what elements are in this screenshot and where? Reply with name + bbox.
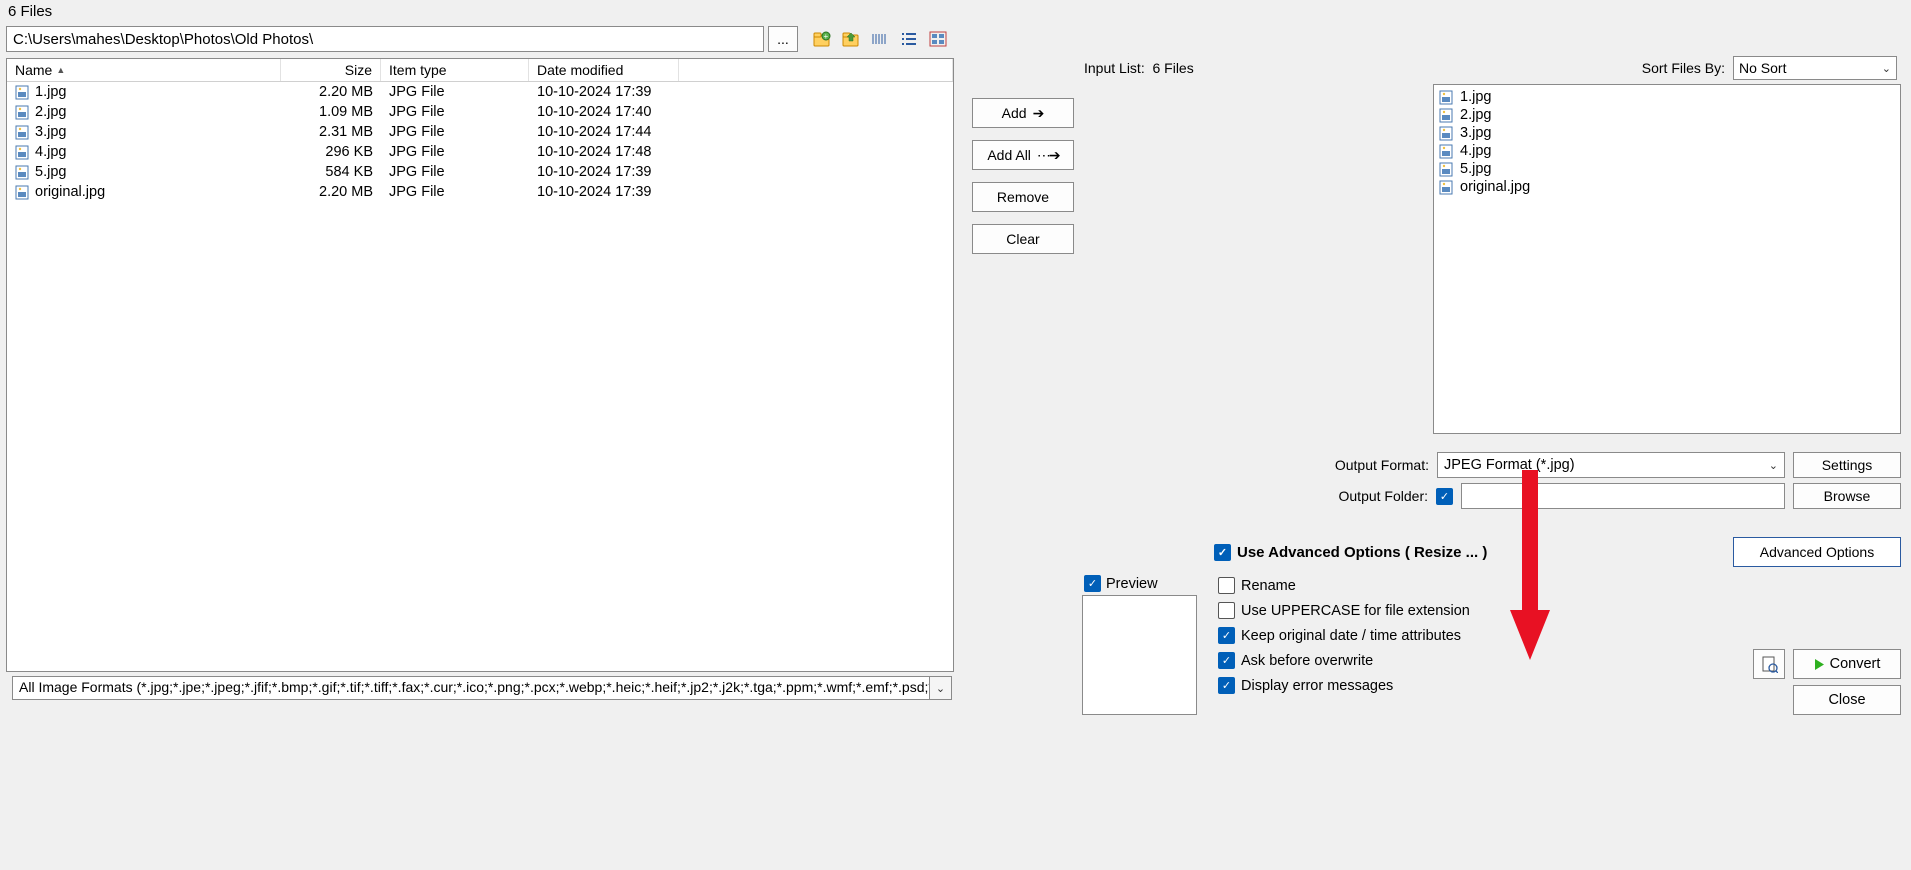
convert-button[interactable]: Convert (1793, 649, 1901, 679)
svg-text:+: + (824, 32, 829, 41)
list-item[interactable]: 4.jpg (1439, 142, 1895, 160)
close-button[interactable]: Close (1793, 685, 1901, 715)
up-folder-icon[interactable] (839, 27, 863, 51)
list-item[interactable]: 3.jpg (1439, 124, 1895, 142)
list-item[interactable]: 5.jpg (1439, 160, 1895, 178)
use-advanced-label: Use Advanced Options ( Resize ... ) (1237, 544, 1487, 561)
add-button[interactable]: Add ➔ (972, 98, 1074, 128)
input-list-count: 6 Files (1152, 60, 1193, 76)
use-advanced-checkbox[interactable]: ✓ (1214, 544, 1231, 561)
input-list-label: Input List: (1084, 60, 1145, 76)
view-thumbnails-icon[interactable] (926, 27, 950, 51)
sort-files-label: Sort Files By: (1642, 60, 1725, 76)
list-item[interactable]: 2.jpg (1439, 106, 1895, 124)
table-row[interactable]: 1.jpg2.20 MBJPG File10-10-2024 17:39 (7, 82, 953, 102)
column-header-name[interactable]: Name ▲ (7, 59, 281, 81)
sort-files-select[interactable]: No Sort⌄ (1733, 56, 1897, 80)
keep-date-checkbox[interactable]: ✓ (1218, 627, 1235, 644)
column-header-size[interactable]: Size (281, 59, 381, 81)
keep-date-label: Keep original date / time attributes (1241, 628, 1461, 644)
add-all-button[interactable]: Add All ⋯➔ (972, 140, 1074, 170)
file-filter-dropdown[interactable]: ⌄ (930, 676, 952, 700)
ask-overwrite-checkbox[interactable]: ✓ (1218, 652, 1235, 669)
display-errors-label: Display error messages (1241, 678, 1393, 694)
list-item[interactable]: 1.jpg (1439, 88, 1895, 106)
output-format-label: Output Format: (1335, 457, 1429, 473)
browse-button[interactable]: Browse (1793, 483, 1901, 509)
path-input[interactable] (6, 26, 764, 52)
column-header-date[interactable]: Date modified (529, 59, 679, 81)
play-icon (1814, 658, 1825, 671)
table-row[interactable]: 4.jpg296 KBJPG File10-10-2024 17:48 (7, 142, 953, 162)
table-row[interactable]: 3.jpg2.31 MBJPG File10-10-2024 17:44 (7, 122, 953, 142)
preview-label: Preview (1106, 576, 1158, 592)
output-folder-input[interactable] (1461, 483, 1785, 509)
table-row[interactable]: 5.jpg584 KBJPG File10-10-2024 17:39 (7, 162, 953, 182)
arrow-all-icon: ⋯➔ (1037, 147, 1059, 164)
file-count-label: 6 Files (0, 0, 1911, 24)
view-details-icon[interactable] (868, 27, 892, 51)
log-icon-button[interactable] (1753, 649, 1785, 679)
uppercase-checkbox[interactable] (1218, 602, 1235, 619)
clear-button[interactable]: Clear (972, 224, 1074, 254)
arrow-right-icon: ➔ (1033, 105, 1045, 122)
ask-overwrite-label: Ask before overwrite (1241, 653, 1373, 669)
view-list-icon[interactable] (897, 27, 921, 51)
table-row[interactable]: 2.jpg1.09 MBJPG File10-10-2024 17:40 (7, 102, 953, 122)
uppercase-label: Use UPPERCASE for file extension (1241, 603, 1470, 619)
preview-box (1082, 595, 1197, 715)
file-filter-input[interactable]: All Image Formats (*.jpg;*.jpe;*.jpeg;*.… (12, 676, 930, 700)
input-list-box[interactable]: 1.jpg2.jpg3.jpg4.jpg5.jpgoriginal.jpg (1433, 84, 1901, 434)
file-table[interactable]: Name ▲ Size Item type Date modified 1.jp… (6, 58, 954, 672)
output-format-select[interactable]: JPEG Format (*.jpg)⌄ (1437, 452, 1785, 478)
display-errors-checkbox[interactable]: ✓ (1218, 677, 1235, 694)
rename-label: Rename (1241, 578, 1296, 594)
new-folder-icon[interactable]: + (810, 27, 834, 51)
preview-checkbox[interactable]: ✓ (1084, 575, 1101, 592)
output-folder-checkbox[interactable]: ✓ (1436, 488, 1453, 505)
list-item[interactable]: original.jpg (1439, 178, 1895, 196)
remove-button[interactable]: Remove (972, 182, 1074, 212)
path-more-button[interactable]: ... (768, 26, 798, 52)
rename-checkbox[interactable] (1218, 577, 1235, 594)
output-folder-label: Output Folder: (1339, 488, 1429, 504)
column-header-type[interactable]: Item type (381, 59, 529, 81)
table-row[interactable]: original.jpg2.20 MBJPG File10-10-2024 17… (7, 182, 953, 202)
settings-button[interactable]: Settings (1793, 452, 1901, 478)
